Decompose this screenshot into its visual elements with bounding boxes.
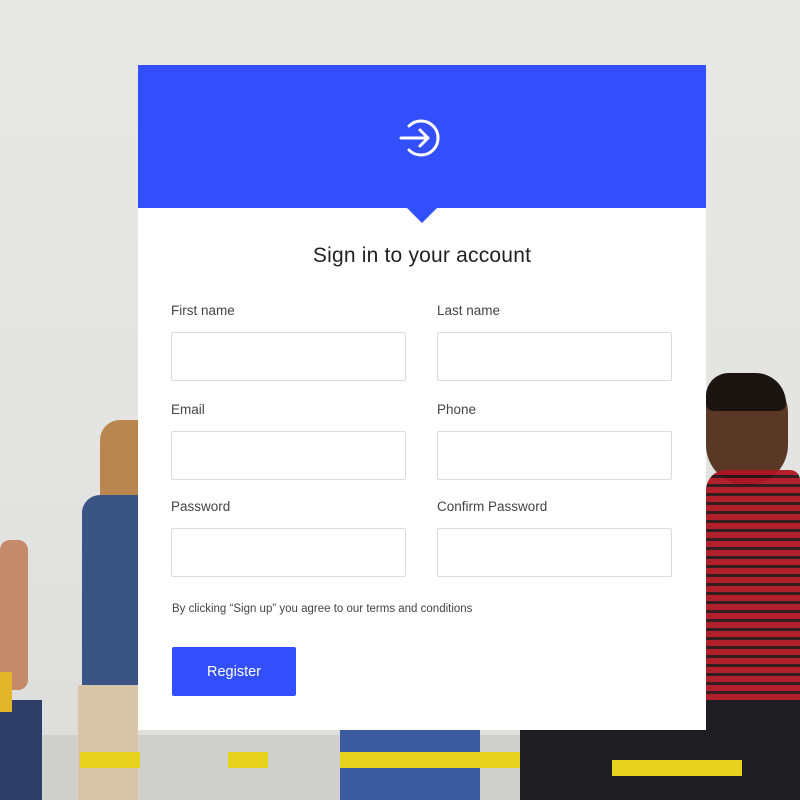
last-name-field[interactable] bbox=[437, 332, 672, 381]
chair-right bbox=[612, 760, 742, 776]
person-woman-top bbox=[82, 495, 138, 690]
register-button[interactable]: Register bbox=[172, 647, 296, 696]
phone-group: Phone bbox=[437, 400, 672, 480]
confirm-password-label: Confirm Password bbox=[437, 499, 548, 514]
first-name-field[interactable] bbox=[171, 332, 406, 381]
email-group: Email bbox=[171, 400, 406, 480]
person-left-legs bbox=[0, 700, 42, 800]
password-field[interactable] bbox=[171, 528, 406, 577]
login-arrow-circle-icon bbox=[399, 119, 440, 157]
first-name-label: First name bbox=[171, 303, 235, 318]
terms-text: By clicking “Sign up” you agree to our t… bbox=[172, 603, 473, 615]
person-man-shirt bbox=[706, 470, 800, 700]
person-woman-legs bbox=[78, 685, 138, 800]
person-left-arm bbox=[0, 540, 28, 690]
header-notch bbox=[407, 208, 437, 223]
password-group: Password bbox=[171, 497, 406, 577]
last-name-label: Last name bbox=[437, 303, 501, 318]
chair-right-of-card-left bbox=[228, 752, 268, 768]
first-name-group: First name bbox=[171, 301, 406, 381]
chair-left bbox=[80, 752, 140, 768]
email-field[interactable] bbox=[171, 431, 406, 480]
phone-field[interactable] bbox=[437, 431, 672, 480]
last-name-group: Last name bbox=[437, 301, 672, 381]
chair-center bbox=[340, 752, 525, 768]
confirm-password-field[interactable] bbox=[437, 528, 672, 577]
confirm-password-group: Confirm Password bbox=[437, 497, 672, 577]
password-label: Password bbox=[171, 499, 231, 514]
person-man-hair bbox=[706, 373, 786, 411]
person-left-object bbox=[0, 672, 12, 712]
phone-label: Phone bbox=[437, 402, 477, 417]
email-label: Email bbox=[171, 402, 205, 417]
signin-card: Sign in to your account First name Last … bbox=[138, 65, 706, 730]
card-header bbox=[138, 65, 706, 223]
form-title: Sign in to your account bbox=[312, 244, 532, 267]
